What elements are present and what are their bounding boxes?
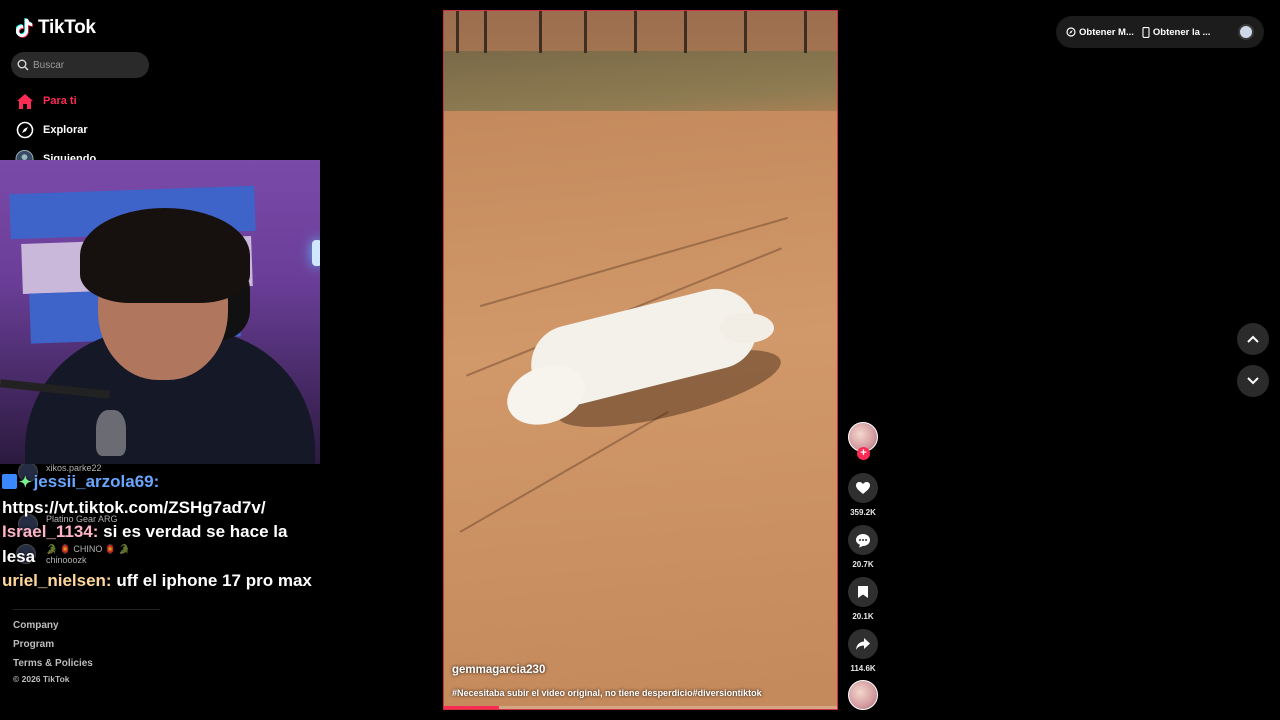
comment-count: 20.7K: [852, 560, 874, 569]
bookmark-icon: [858, 586, 868, 598]
search-input[interactable]: [33, 59, 133, 71]
top-right-bar: Obtener M... Obtener la ...: [1056, 16, 1264, 48]
sidebar-divider: [13, 609, 160, 610]
share-arrow-icon: [856, 638, 870, 650]
chevron-down-icon: [1247, 377, 1259, 385]
chat-badge-icon: [2, 474, 17, 489]
vine-decor: [539, 11, 542, 53]
chat-message: uriel_nielsen: uff el iphone 17 pro max: [2, 569, 322, 594]
phone-icon: [1142, 26, 1150, 38]
vine-decor: [744, 11, 747, 53]
nav-label-para-ti: Para ti: [43, 95, 77, 107]
streamer-hair: [80, 208, 250, 303]
chat-username: Israel_1134:: [2, 522, 99, 541]
get-phone-app-label: Obtener la ...: [1152, 26, 1211, 38]
copyright: © 2026 TikTok: [13, 674, 70, 684]
desk-figurine: [96, 410, 126, 456]
like-button[interactable]: [848, 473, 878, 503]
save-button[interactable]: [848, 577, 878, 607]
chat-text: uff el iphone 17 pro max: [111, 571, 312, 590]
heart-icon: [856, 482, 870, 494]
footer-links: Company Program Terms & Policies: [13, 620, 93, 677]
stream-chat-overlay: ✦ jessii_arzola69: https://vt.tiktok.com/…: [2, 470, 322, 594]
vine-decor: [634, 11, 637, 53]
get-app-label: Obtener M...: [1079, 26, 1134, 38]
stand-light: [312, 240, 320, 266]
follow-button[interactable]: +: [857, 447, 870, 460]
video-progress-track[interactable]: [444, 706, 837, 709]
chat-message: ✦ jessii_arzola69:: [2, 470, 322, 496]
footer-link-program[interactable]: Program: [13, 639, 93, 650]
compass-icon: [15, 121, 34, 140]
tiktok-logo[interactable]: TikTok: [16, 17, 96, 39]
sparkle-icon: ✦: [19, 474, 32, 491]
home-icon: [15, 92, 34, 111]
share-count: 114.6K: [850, 664, 876, 673]
search-box[interactable]: [11, 52, 149, 78]
share-button[interactable]: [848, 629, 878, 659]
chat-text: https://vt.tiktok.com/ZSHg7ad7v/: [2, 497, 266, 517]
get-phone-app-button[interactable]: Obtener la ...: [1142, 26, 1211, 38]
chat-username: jessii_arzola69:: [33, 472, 160, 491]
dog-tail: [719, 313, 774, 343]
nav-label-explorar: Explorar: [43, 124, 88, 136]
footer-link-terms[interactable]: Terms & Policies: [13, 658, 93, 669]
video-caption[interactable]: #Necesitaba subir el video original, no …: [452, 688, 762, 698]
get-app-button[interactable]: Obtener M...: [1066, 27, 1134, 38]
tiktok-page: TikTok Para ti Explorar Siguiendo: [0, 0, 1280, 720]
chevron-up-icon: [1247, 335, 1259, 343]
nav-item-para-ti[interactable]: Para ti: [15, 91, 77, 111]
chat-username: uriel_nielsen:: [2, 571, 112, 590]
next-video-button[interactable]: [1237, 365, 1269, 397]
comment-icon: [856, 533, 870, 547]
vine-decor: [804, 11, 807, 53]
footer-link-company[interactable]: Company: [13, 620, 93, 631]
tiktok-logo-icon: [16, 18, 33, 38]
vine-decor: [456, 11, 459, 53]
chat-message: Israel_1134: si es verdad se hace la les…: [2, 520, 322, 569]
like-count: 359.2K: [850, 508, 876, 517]
previous-video-button[interactable]: [1237, 323, 1269, 355]
profile-avatar[interactable]: [1238, 24, 1254, 40]
search-icon: [17, 59, 29, 71]
sound-avatar[interactable]: [848, 680, 878, 710]
streamer-webcam-overlay: [0, 160, 320, 464]
video-progress-fill: [444, 706, 500, 709]
compass-small-icon: [1066, 27, 1076, 37]
nav-item-explorar[interactable]: Explorar: [15, 120, 88, 140]
comment-button[interactable]: [848, 525, 878, 555]
vine-decor: [684, 11, 687, 53]
vine-decor: [484, 11, 487, 53]
save-count: 20.1K: [852, 612, 874, 621]
chat-message: https://vt.tiktok.com/ZSHg7ad7v/: [2, 496, 322, 521]
vine-decor: [584, 11, 587, 53]
logo-text: TikTok: [38, 17, 96, 38]
video-author[interactable]: gemmagarcia230: [452, 664, 545, 676]
video-player[interactable]: gemmagarcia230 #Necesitaba subir el vide…: [443, 10, 838, 710]
